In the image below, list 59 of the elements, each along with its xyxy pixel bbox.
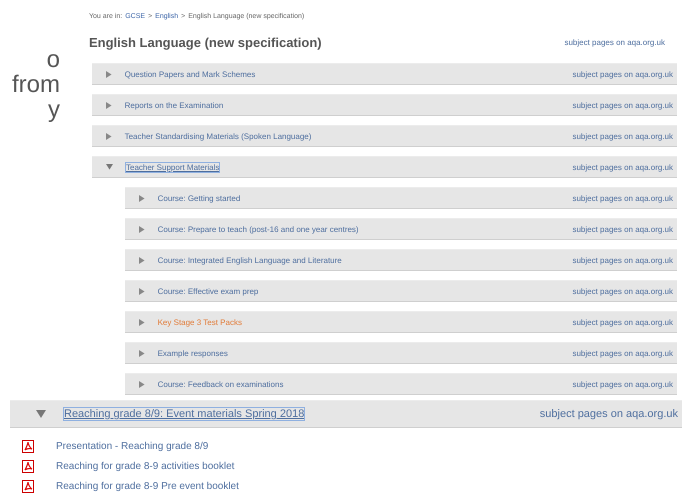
subject-pages-link[interactable]: subject pages on aqa.org.uk <box>572 380 673 388</box>
accordion-row[interactable]: Course: Feedback on examinations subject pages on aqa.org.uk <box>125 373 677 395</box>
subject-pages-link[interactable]: subject pages on aqa.org.uk <box>564 38 665 46</box>
pdf-icon <box>22 460 34 472</box>
expand-arrow-icon[interactable] <box>139 194 145 202</box>
subject-pages-link[interactable]: subject pages on aqa.org.uk <box>572 162 673 172</box>
subject-pages-link[interactable]: subject pages on aqa.org.uk <box>572 132 673 140</box>
pdf-icon <box>22 440 34 452</box>
file-link[interactable]: Reaching for grade 8-9 Pre event booklet <box>56 480 239 492</box>
accordion-row[interactable]: Reaching grade 8/9: Event materials Spring 2018 subject pages on aqa.org.uk <box>10 400 682 428</box>
section-link[interactable]: Course: Feedback on examinations <box>158 380 284 388</box>
section-link[interactable]: Course: Getting started <box>158 194 240 202</box>
subject-pages-link[interactable]: subject pages on aqa.org.uk <box>540 408 678 420</box>
file-link[interactable]: Reaching for grade 8-9 activities booklet <box>56 460 234 472</box>
slide-text: o <box>46 47 60 72</box>
section-link[interactable]: Reports on the Examination <box>124 100 224 110</box>
accordion-row[interactable]: Question Papers and Mark Schemes subject pages on aqa.org.uk <box>92 63 677 85</box>
expand-arrow-icon[interactable] <box>139 350 145 356</box>
accordion-row[interactable]: Reports on the Examination subject pages on aqa.org.uk <box>92 94 677 116</box>
expand-arrow-icon[interactable] <box>106 132 112 140</box>
accordion-row[interactable]: Teacher Support Materials subject pages on aqa.org.uk <box>92 156 677 178</box>
accordion-row[interactable]: Course: Getting started subject pages on aqa.org.uk <box>125 187 677 209</box>
section-link[interactable]: Course: Prepare to teach (post-16 and one year centres) <box>158 224 359 234</box>
expand-arrow-icon[interactable] <box>139 318 145 326</box>
accordion-row[interactable]: Course: Prepare to teach (post-16 and one year centres) subject pages on aqa.org.uk <box>125 218 677 240</box>
section-link[interactable]: Question Papers and Mark Schemes <box>124 70 256 78</box>
file-link[interactable]: Presentation - Reaching grade 8/9 <box>56 440 208 452</box>
slide-text: from <box>12 72 60 97</box>
accordion-row[interactable]: Example responses subject pages on aqa.org.uk <box>125 342 677 364</box>
expand-arrow-icon[interactable] <box>106 102 112 108</box>
section-link[interactable]: Example responses <box>158 348 228 358</box>
subject-pages-link[interactable]: subject pages on aqa.org.uk <box>572 348 673 358</box>
section-link[interactable]: Key Stage 3 Test Packs <box>158 318 242 326</box>
section-link[interactable]: Teacher Support Materials <box>126 162 220 172</box>
subject-pages-link[interactable]: subject pages on aqa.org.uk <box>572 70 673 78</box>
subject-pages-link[interactable]: subject pages on aqa.org.uk <box>572 318 673 326</box>
section-link[interactable]: Reaching grade 8/9: Event materials Spring 2018 <box>64 408 304 420</box>
subject-pages-link[interactable]: subject pages on aqa.org.uk <box>572 100 673 110</box>
expand-arrow-icon[interactable] <box>139 380 145 388</box>
pdf-icon <box>22 480 34 492</box>
subject-pages-link[interactable]: subject pages on aqa.org.uk <box>572 286 673 296</box>
page-heading: English Language (new specification) <box>89 34 322 50</box>
subject-pages-link[interactable]: subject pages on aqa.org.uk <box>572 256 673 264</box>
section-link[interactable]: Course: Integrated English Language and Literature <box>158 256 342 264</box>
expand-arrow-icon[interactable] <box>139 288 145 294</box>
accordion-row[interactable]: Teacher Standardising Materials (Spoken Language) subject pages on aqa.org.uk <box>92 125 677 147</box>
collapse-arrow-icon[interactable] <box>106 164 113 170</box>
expand-arrow-icon[interactable] <box>106 70 112 78</box>
section-link[interactable]: Course: Effective exam prep <box>158 286 258 296</box>
subject-pages-link[interactable]: subject pages on aqa.org.uk <box>572 194 673 202</box>
subject-pages-link[interactable]: subject pages on aqa.org.uk <box>572 224 673 234</box>
expand-arrow-icon[interactable] <box>139 256 145 264</box>
collapse-arrow-icon[interactable] <box>36 410 46 418</box>
accordion-row[interactable]: Course: Effective exam prep subject pages on aqa.org.uk <box>125 280 677 302</box>
accordion-row[interactable]: Course: Integrated English Language and Literature subject pages on aqa.org.uk <box>125 249 677 271</box>
section-link[interactable]: Teacher Standardising Materials (Spoken Language) <box>124 132 312 140</box>
expand-arrow-icon[interactable] <box>139 226 145 232</box>
slide-text: y <box>48 97 60 122</box>
accordion-row[interactable]: Key Stage 3 Test Packs subject pages on aqa.org.uk <box>125 311 677 333</box>
